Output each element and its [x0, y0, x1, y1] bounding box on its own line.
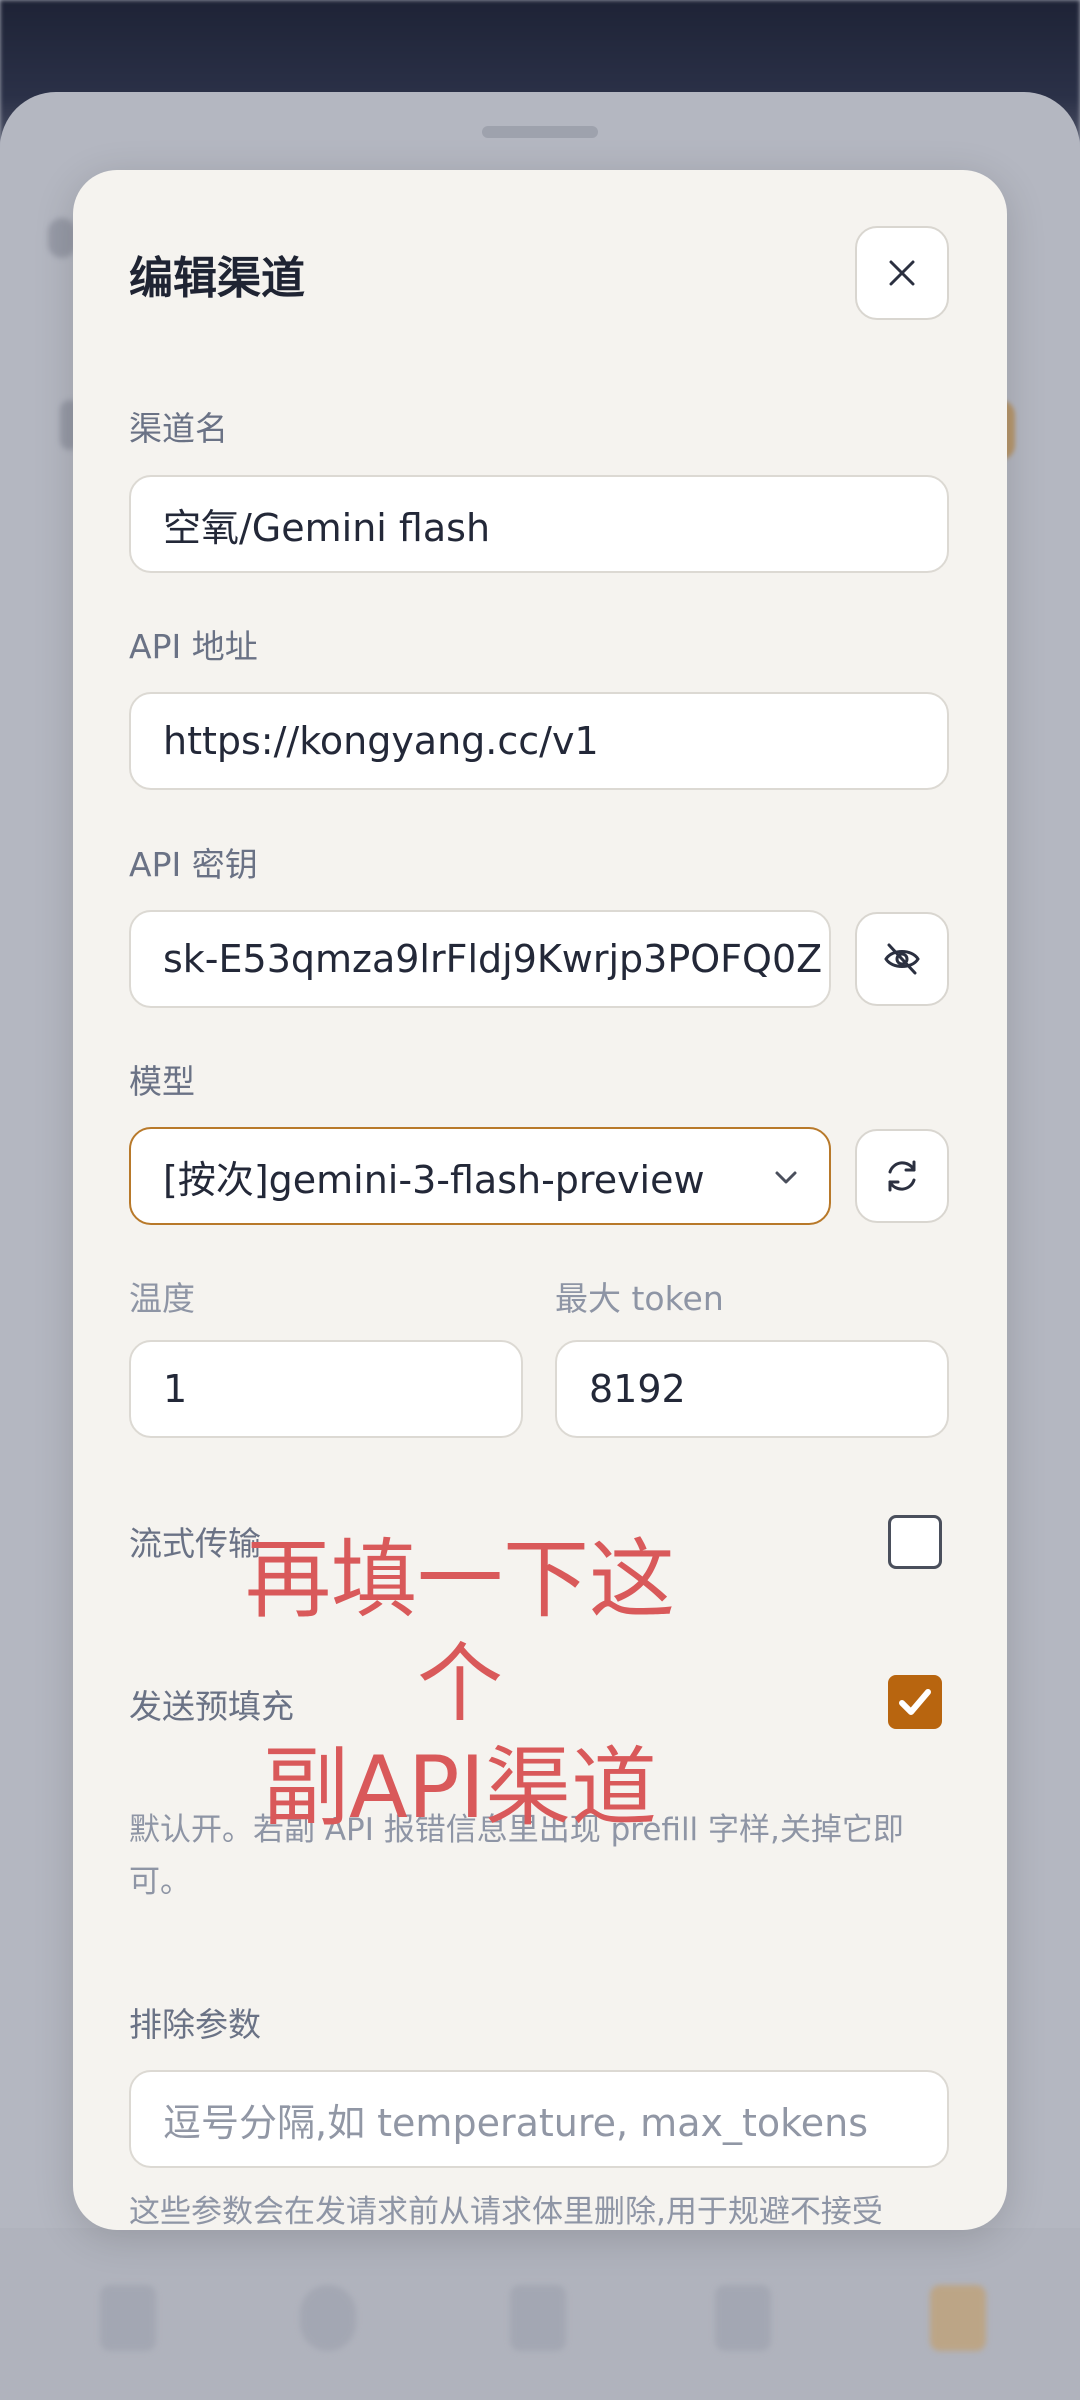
annotation-text: 再填一下这个 副API渠道 — [220, 1528, 700, 1840]
model-label: 模型 — [129, 1062, 195, 1101]
prefill-checkbox[interactable] — [888, 1675, 942, 1729]
sheet-drag-handle — [482, 126, 598, 138]
refresh-models-button[interactable] — [855, 1129, 949, 1223]
api-url-label: API 地址 — [129, 627, 258, 666]
close-icon — [889, 260, 915, 286]
temperature-label: 温度 — [129, 1279, 195, 1318]
eye-off-icon — [884, 943, 920, 975]
channel-name-label: 渠道名 — [129, 409, 228, 448]
exclude-params-input[interactable]: 逗号分隔,如 temperature, max_tokens — [129, 2070, 949, 2168]
exclude-params-label: 排除参数 — [129, 2005, 261, 2044]
api-key-input[interactable]: sk-E53qmza9lrFldj9Kwrjp3POFQ0Z — [129, 910, 831, 1008]
api-key-label: API 密钥 — [129, 845, 258, 884]
edit-icon — [930, 2285, 986, 2351]
edit-channel-dialog: 编辑渠道 渠道名 空氧/Gemini flash API 地址 https://… — [73, 170, 1007, 2230]
stream-checkbox[interactable] — [888, 1515, 942, 1569]
close-button[interactable] — [855, 226, 949, 320]
max-token-label: 最大 token — [555, 1279, 724, 1318]
annotation-line-1: 再填一下这个 — [245, 1530, 675, 1734]
api-url-input[interactable]: https://kongyang.cc/v1 — [129, 692, 949, 790]
exclude-params-hint: 这些参数会在发请求前从请求体里删除,用于规避不接受 — [129, 2194, 883, 2230]
user-icon — [715, 2285, 771, 2351]
toggle-key-visibility-button[interactable] — [855, 912, 949, 1006]
annotation-line-2: 副API渠道 — [262, 1738, 658, 1838]
max-token-input[interactable]: 8192 — [555, 1340, 949, 1438]
model-select[interactable]: [按次]gemini-3-flash-preview — [129, 1127, 831, 1225]
checkmark-icon — [899, 1689, 931, 1715]
chevron-down-icon — [775, 1171, 797, 1184]
globe-icon — [300, 2285, 356, 2351]
background-element — [48, 218, 76, 258]
dialog-title: 编辑渠道 — [129, 253, 305, 304]
refresh-icon — [888, 1160, 916, 1192]
temperature-input[interactable]: 1 — [129, 1340, 523, 1438]
channel-name-input[interactable]: 空氧/Gemini flash — [129, 475, 949, 573]
document-icon — [100, 2285, 156, 2351]
chart-icon — [510, 2285, 566, 2351]
model-selected-value: [按次]gemini-3-flash-preview — [163, 1157, 705, 1202]
